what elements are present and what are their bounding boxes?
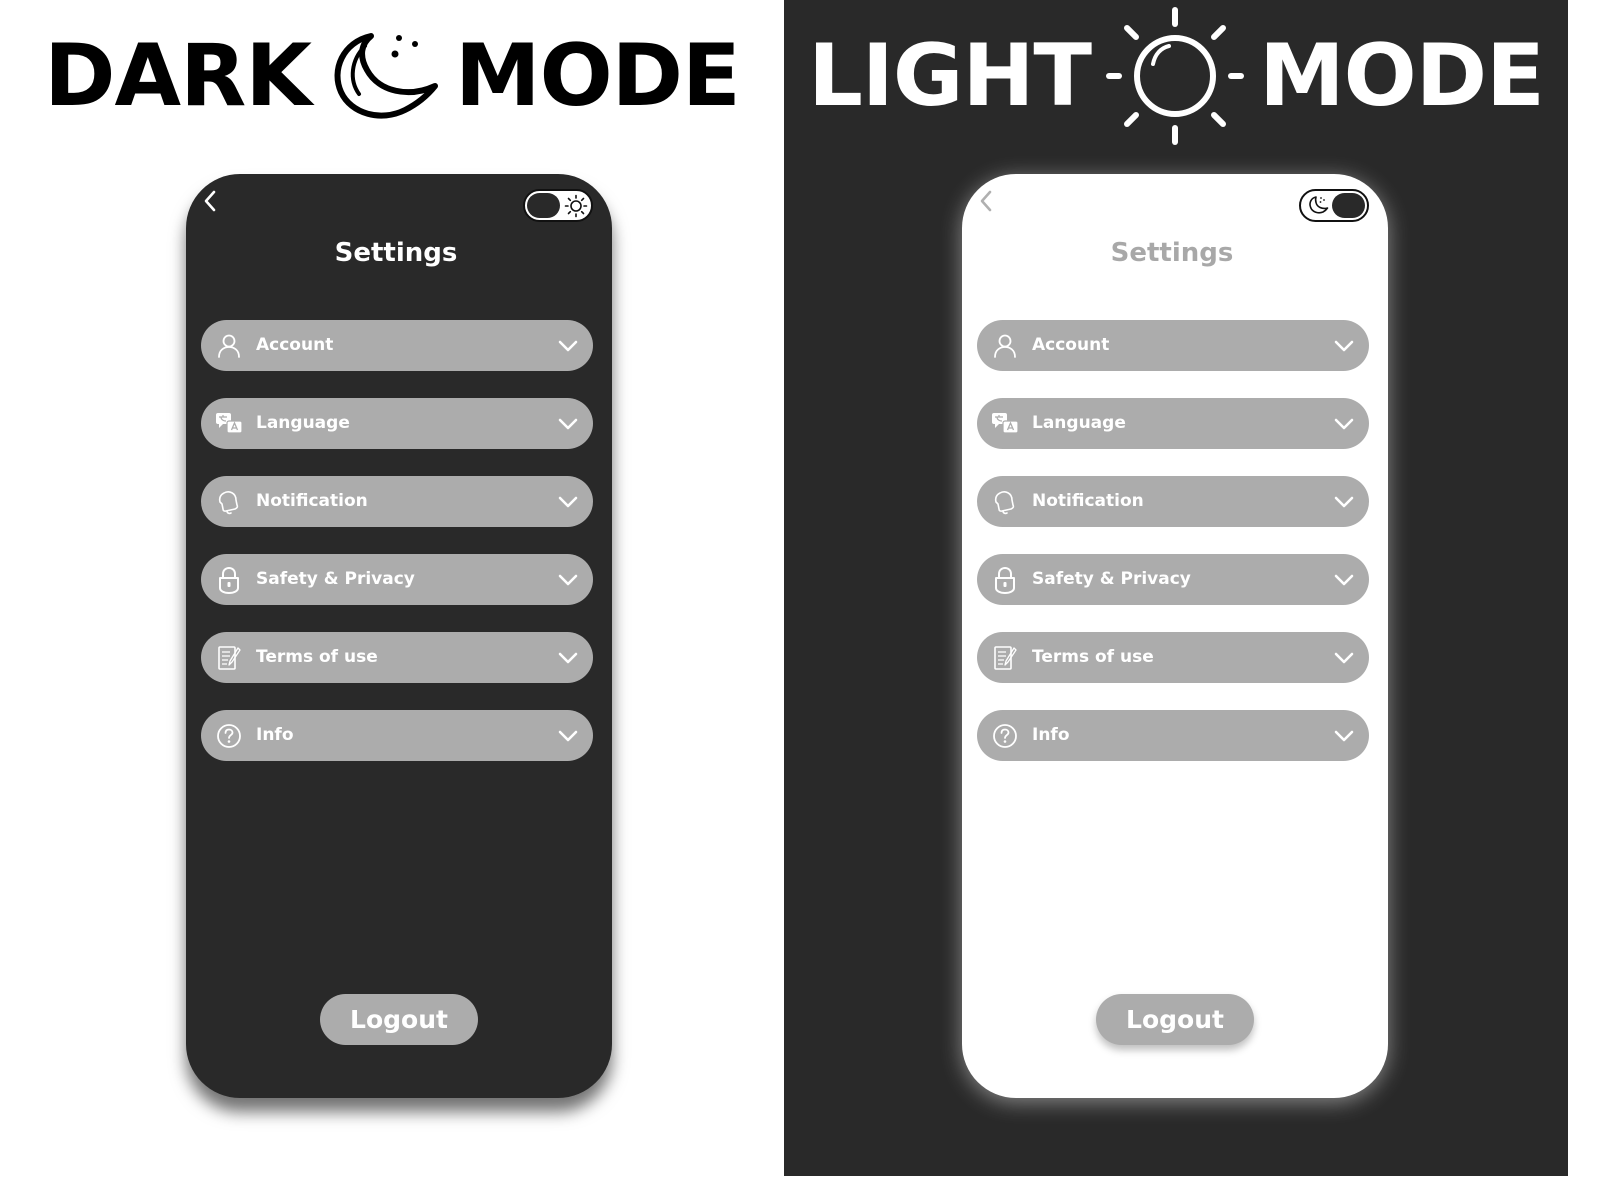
lock-icon (991, 566, 1019, 594)
chevron-down-icon[interactable] (557, 648, 579, 668)
menu-item-terms-of-use[interactable]: Terms of use (201, 632, 593, 683)
dark-mode-panel: DARK MODE Settings Account Language Noti… (0, 0, 784, 1176)
chevron-down-icon[interactable] (557, 414, 579, 434)
chevron-left-icon[interactable] (198, 186, 222, 216)
menu-item-terms-of-use[interactable]: Terms of use (977, 632, 1369, 683)
question-icon (215, 722, 243, 750)
user-icon (215, 332, 243, 360)
bell-icon (215, 488, 243, 516)
chevron-down-icon[interactable] (557, 336, 579, 356)
settings-menu: Account Language Notification Safety & P… (977, 320, 1369, 788)
menu-item-label: Notification (1032, 491, 1144, 511)
menu-item-label: Terms of use (1032, 647, 1154, 667)
menu-item-info[interactable]: Info (201, 710, 593, 761)
chevron-down-icon[interactable] (557, 726, 579, 746)
heading-word-mode: MODE (454, 26, 741, 126)
moon-icon (1306, 194, 1330, 218)
theme-toggle[interactable] (523, 189, 593, 222)
heading-word-light: LIGHT (808, 26, 1092, 126)
question-icon (991, 722, 1019, 750)
light-mode-heading: LIGHT MODE (784, 6, 1568, 146)
toggle-knob (1332, 193, 1365, 218)
chevron-down-icon[interactable] (1333, 414, 1355, 434)
logout-button[interactable]: Logout (1096, 994, 1254, 1045)
settings-menu: Account Language Notification Safety & P… (201, 320, 593, 788)
heading-word-dark: DARK (44, 26, 312, 126)
document-icon (215, 644, 243, 672)
theme-toggle[interactable] (1299, 189, 1369, 222)
menu-item-safety-privacy[interactable]: Safety & Privacy (977, 554, 1369, 605)
menu-item-account[interactable]: Account (977, 320, 1369, 371)
lock-icon (215, 566, 243, 594)
menu-item-label: Info (1032, 725, 1070, 745)
light-mode-panel: LIGHT MODE Settings Account Language Not… (784, 0, 1568, 1176)
chevron-left-icon[interactable] (974, 186, 998, 216)
translate-icon (215, 410, 243, 438)
chevron-down-icon[interactable] (557, 570, 579, 590)
page-title: Settings (334, 238, 458, 268)
menu-item-label: Info (256, 725, 294, 745)
menu-item-label: Account (256, 335, 334, 355)
menu-item-language[interactable]: Language (977, 398, 1369, 449)
chevron-down-icon[interactable] (1333, 492, 1355, 512)
menu-item-label: Notification (256, 491, 368, 511)
menu-item-safety-privacy[interactable]: Safety & Privacy (201, 554, 593, 605)
phone-light: Settings Account Language Notification S… (962, 174, 1388, 1098)
dark-mode-heading: DARK MODE (0, 6, 784, 146)
chevron-down-icon[interactable] (557, 492, 579, 512)
logout-button[interactable]: Logout (320, 994, 478, 1045)
user-icon (991, 332, 1019, 360)
moon-icon (325, 30, 441, 122)
heading-word-mode: MODE (1259, 26, 1545, 126)
menu-item-notification[interactable]: Notification (977, 476, 1369, 527)
menu-item-info[interactable]: Info (977, 710, 1369, 761)
menu-item-account[interactable]: Account (201, 320, 593, 371)
menu-item-language[interactable]: Language (201, 398, 593, 449)
menu-item-label: Language (256, 413, 350, 433)
menu-item-label: Safety & Privacy (1032, 569, 1191, 589)
chevron-down-icon[interactable] (1333, 336, 1355, 356)
page-title: Settings (1110, 238, 1234, 268)
chevron-down-icon[interactable] (1333, 726, 1355, 746)
menu-item-notification[interactable]: Notification (201, 476, 593, 527)
sun-icon (1105, 6, 1245, 146)
chevron-down-icon[interactable] (1333, 570, 1355, 590)
menu-item-label: Language (1032, 413, 1126, 433)
document-icon (991, 644, 1019, 672)
menu-item-label: Account (1032, 335, 1110, 355)
chevron-down-icon[interactable] (1333, 648, 1355, 668)
translate-icon (991, 410, 1019, 438)
toggle-knob (527, 193, 560, 218)
menu-item-label: Safety & Privacy (256, 569, 415, 589)
sun-icon (564, 194, 588, 218)
bell-icon (991, 488, 1019, 516)
menu-item-label: Terms of use (256, 647, 378, 667)
phone-dark: Settings Account Language Notification S… (186, 174, 612, 1098)
